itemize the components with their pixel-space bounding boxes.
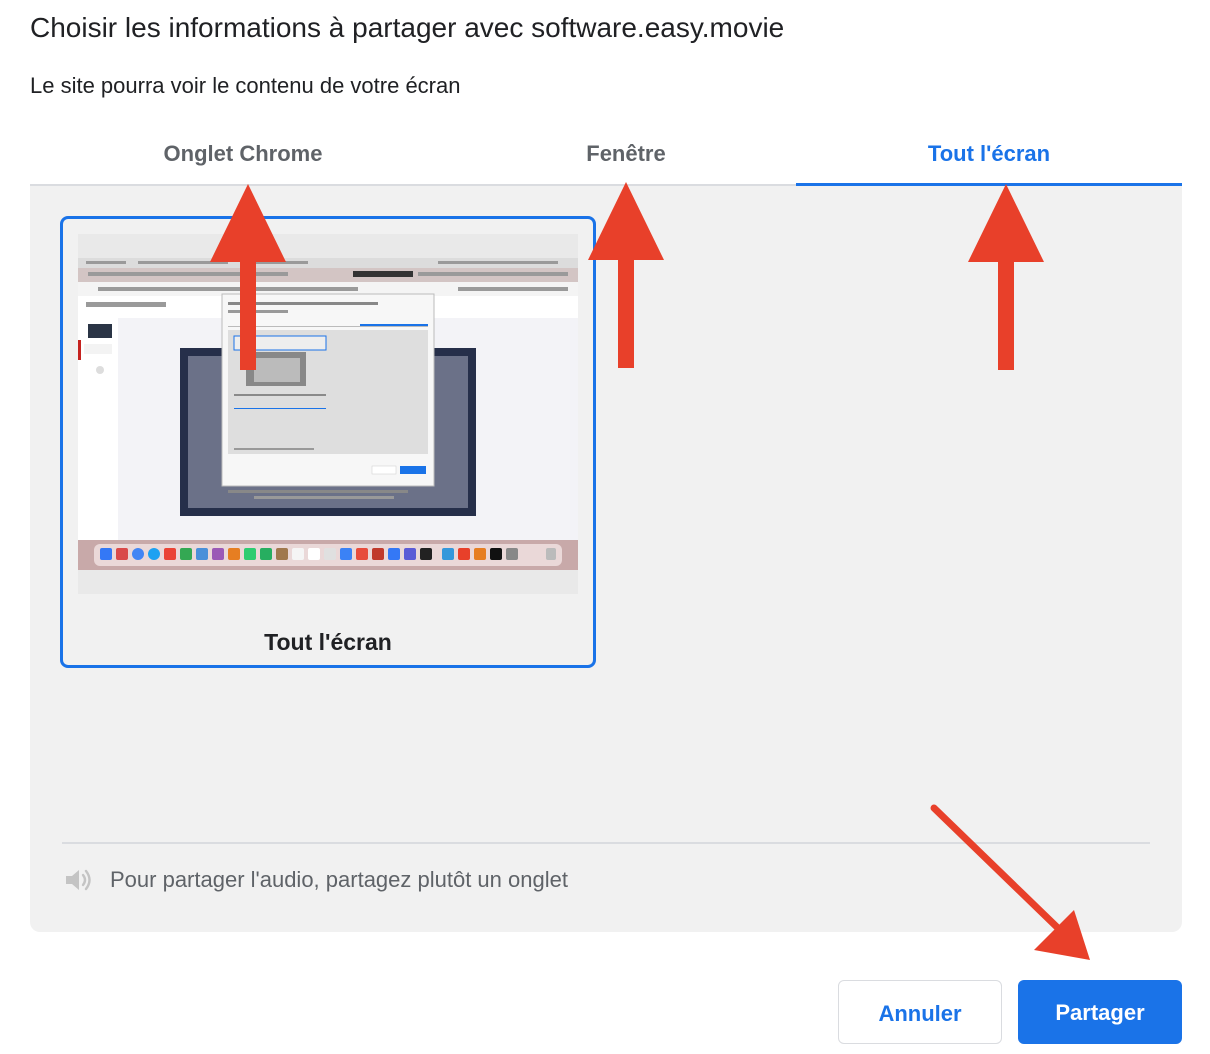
dialog-subtitle: Le site pourra voir le contenu de votre … xyxy=(30,73,461,98)
share-screen-dialog: Choisir les informations à partager avec… xyxy=(0,0,1210,1054)
screen-source-card[interactable]: Tout l'écran xyxy=(60,216,596,668)
audio-note-text: Pour partager l'audio, partagez plutôt u… xyxy=(110,867,568,892)
source-tabs: Onglet Chrome Fenêtre Tout l'écran xyxy=(30,124,1182,187)
tab-chrome-tab[interactable]: Onglet Chrome xyxy=(30,124,456,184)
cancel-button[interactable]: Annuler xyxy=(838,980,1002,1044)
screen-thumbnail-image xyxy=(78,234,578,594)
dialog-title: Choisir les informations à partager avec… xyxy=(30,12,785,43)
tab-entire-screen[interactable]: Tout l'écran xyxy=(796,124,1182,187)
divider xyxy=(62,842,1150,844)
tab-window[interactable]: Fenêtre xyxy=(434,124,818,184)
source-panel: Tout l'écran Pour partager l'audio, part… xyxy=(30,186,1182,932)
share-button[interactable]: Partager xyxy=(1018,980,1182,1044)
speaker-icon xyxy=(62,864,94,896)
screen-source-label: Tout l'écran xyxy=(264,629,392,655)
audio-note: Pour partager l'audio, partagez plutôt u… xyxy=(62,864,568,896)
screen-thumbnail xyxy=(78,234,578,594)
